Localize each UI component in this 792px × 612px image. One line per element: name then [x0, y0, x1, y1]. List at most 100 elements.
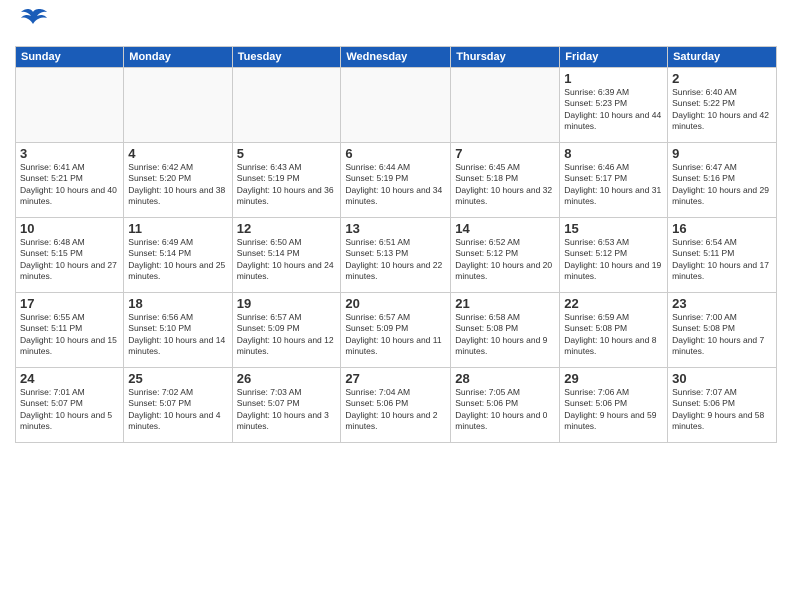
day-number: 15: [564, 221, 663, 236]
day-info: Sunrise: 6:57 AMSunset: 5:09 PMDaylight:…: [345, 312, 446, 358]
day-number: 5: [237, 146, 337, 161]
day-info: Sunrise: 6:48 AMSunset: 5:15 PMDaylight:…: [20, 237, 119, 283]
day-info: Sunrise: 7:01 AMSunset: 5:07 PMDaylight:…: [20, 387, 119, 433]
calendar-cell: 13Sunrise: 6:51 AMSunset: 5:13 PMDayligh…: [341, 218, 451, 293]
day-number: 13: [345, 221, 446, 236]
calendar-cell: 15Sunrise: 6:53 AMSunset: 5:12 PMDayligh…: [560, 218, 668, 293]
day-number: 24: [20, 371, 119, 386]
calendar-cell: 28Sunrise: 7:05 AMSunset: 5:06 PMDayligh…: [451, 368, 560, 443]
day-info: Sunrise: 6:51 AMSunset: 5:13 PMDaylight:…: [345, 237, 446, 283]
day-number: 29: [564, 371, 663, 386]
day-number: 11: [128, 221, 227, 236]
day-info: Sunrise: 6:49 AMSunset: 5:14 PMDaylight:…: [128, 237, 227, 283]
calendar-cell: [451, 68, 560, 143]
calendar-cell: 23Sunrise: 7:00 AMSunset: 5:08 PMDayligh…: [668, 293, 777, 368]
day-number: 1: [564, 71, 663, 86]
day-info: Sunrise: 7:05 AMSunset: 5:06 PMDaylight:…: [455, 387, 555, 433]
calendar-cell: 29Sunrise: 7:06 AMSunset: 5:06 PMDayligh…: [560, 368, 668, 443]
calendar-cell: 20Sunrise: 6:57 AMSunset: 5:09 PMDayligh…: [341, 293, 451, 368]
day-info: Sunrise: 6:56 AMSunset: 5:10 PMDaylight:…: [128, 312, 227, 358]
calendar-cell: [341, 68, 451, 143]
calendar-cell: 6Sunrise: 6:44 AMSunset: 5:19 PMDaylight…: [341, 143, 451, 218]
calendar-cell: 19Sunrise: 6:57 AMSunset: 5:09 PMDayligh…: [232, 293, 341, 368]
day-number: 26: [237, 371, 337, 386]
day-info: Sunrise: 6:50 AMSunset: 5:14 PMDaylight:…: [237, 237, 337, 283]
day-info: Sunrise: 6:41 AMSunset: 5:21 PMDaylight:…: [20, 162, 119, 208]
day-info: Sunrise: 6:59 AMSunset: 5:08 PMDaylight:…: [564, 312, 663, 358]
day-info: Sunrise: 7:07 AMSunset: 5:06 PMDaylight:…: [672, 387, 772, 433]
day-number: 6: [345, 146, 446, 161]
day-number: 22: [564, 296, 663, 311]
day-number: 3: [20, 146, 119, 161]
calendar-cell: 22Sunrise: 6:59 AMSunset: 5:08 PMDayligh…: [560, 293, 668, 368]
day-number: 18: [128, 296, 227, 311]
day-number: 4: [128, 146, 227, 161]
calendar-header: SundayMondayTuesdayWednesdayThursdayFrid…: [16, 47, 777, 68]
day-info: Sunrise: 6:44 AMSunset: 5:19 PMDaylight:…: [345, 162, 446, 208]
day-number: 2: [672, 71, 772, 86]
calendar-table: SundayMondayTuesdayWednesdayThursdayFrid…: [15, 46, 777, 443]
calendar-cell: 4Sunrise: 6:42 AMSunset: 5:20 PMDaylight…: [124, 143, 232, 218]
day-info: Sunrise: 6:53 AMSunset: 5:12 PMDaylight:…: [564, 237, 663, 283]
calendar-cell: 18Sunrise: 6:56 AMSunset: 5:10 PMDayligh…: [124, 293, 232, 368]
calendar-cell: 12Sunrise: 6:50 AMSunset: 5:14 PMDayligh…: [232, 218, 341, 293]
day-info: Sunrise: 6:54 AMSunset: 5:11 PMDaylight:…: [672, 237, 772, 283]
calendar-cell: 25Sunrise: 7:02 AMSunset: 5:07 PMDayligh…: [124, 368, 232, 443]
day-number: 10: [20, 221, 119, 236]
day-info: Sunrise: 6:39 AMSunset: 5:23 PMDaylight:…: [564, 87, 663, 133]
day-number: 21: [455, 296, 555, 311]
weekday-header-row: SundayMondayTuesdayWednesdayThursdayFrid…: [16, 47, 777, 68]
calendar-cell: 10Sunrise: 6:48 AMSunset: 5:15 PMDayligh…: [16, 218, 124, 293]
calendar-cell: 2Sunrise: 6:40 AMSunset: 5:22 PMDaylight…: [668, 68, 777, 143]
day-number: 16: [672, 221, 772, 236]
day-info: Sunrise: 6:40 AMSunset: 5:22 PMDaylight:…: [672, 87, 772, 133]
weekday-header-friday: Friday: [560, 47, 668, 68]
calendar-cell: 9Sunrise: 6:47 AMSunset: 5:16 PMDaylight…: [668, 143, 777, 218]
calendar-cell: 16Sunrise: 6:54 AMSunset: 5:11 PMDayligh…: [668, 218, 777, 293]
calendar-cell: 5Sunrise: 6:43 AMSunset: 5:19 PMDaylight…: [232, 143, 341, 218]
day-info: Sunrise: 7:06 AMSunset: 5:06 PMDaylight:…: [564, 387, 663, 433]
day-number: 23: [672, 296, 772, 311]
day-number: 17: [20, 296, 119, 311]
day-info: Sunrise: 7:02 AMSunset: 5:07 PMDaylight:…: [128, 387, 227, 433]
week-row-4: 17Sunrise: 6:55 AMSunset: 5:11 PMDayligh…: [16, 293, 777, 368]
week-row-3: 10Sunrise: 6:48 AMSunset: 5:15 PMDayligh…: [16, 218, 777, 293]
weekday-header-sunday: Sunday: [16, 47, 124, 68]
calendar-cell: 26Sunrise: 7:03 AMSunset: 5:07 PMDayligh…: [232, 368, 341, 443]
day-info: Sunrise: 6:46 AMSunset: 5:17 PMDaylight:…: [564, 162, 663, 208]
day-number: 7: [455, 146, 555, 161]
calendar-cell: [124, 68, 232, 143]
day-number: 8: [564, 146, 663, 161]
calendar-body: 1Sunrise: 6:39 AMSunset: 5:23 PMDaylight…: [16, 68, 777, 443]
day-number: 27: [345, 371, 446, 386]
calendar-cell: 3Sunrise: 6:41 AMSunset: 5:21 PMDaylight…: [16, 143, 124, 218]
weekday-header-thursday: Thursday: [451, 47, 560, 68]
calendar-cell: 8Sunrise: 6:46 AMSunset: 5:17 PMDaylight…: [560, 143, 668, 218]
calendar-cell: 14Sunrise: 6:52 AMSunset: 5:12 PMDayligh…: [451, 218, 560, 293]
header: [15, 10, 777, 38]
day-info: Sunrise: 7:00 AMSunset: 5:08 PMDaylight:…: [672, 312, 772, 358]
day-number: 9: [672, 146, 772, 161]
day-info: Sunrise: 7:03 AMSunset: 5:07 PMDaylight:…: [237, 387, 337, 433]
weekday-header-tuesday: Tuesday: [232, 47, 341, 68]
day-number: 12: [237, 221, 337, 236]
weekday-header-saturday: Saturday: [668, 47, 777, 68]
day-info: Sunrise: 6:57 AMSunset: 5:09 PMDaylight:…: [237, 312, 337, 358]
day-info: Sunrise: 6:45 AMSunset: 5:18 PMDaylight:…: [455, 162, 555, 208]
calendar-cell: [16, 68, 124, 143]
week-row-5: 24Sunrise: 7:01 AMSunset: 5:07 PMDayligh…: [16, 368, 777, 443]
calendar-cell: 27Sunrise: 7:04 AMSunset: 5:06 PMDayligh…: [341, 368, 451, 443]
logo-bird-icon: [17, 6, 49, 38]
day-info: Sunrise: 6:42 AMSunset: 5:20 PMDaylight:…: [128, 162, 227, 208]
calendar-cell: 1Sunrise: 6:39 AMSunset: 5:23 PMDaylight…: [560, 68, 668, 143]
day-number: 19: [237, 296, 337, 311]
day-number: 28: [455, 371, 555, 386]
day-number: 14: [455, 221, 555, 236]
day-info: Sunrise: 6:52 AMSunset: 5:12 PMDaylight:…: [455, 237, 555, 283]
calendar-cell: 7Sunrise: 6:45 AMSunset: 5:18 PMDaylight…: [451, 143, 560, 218]
calendar-cell: 21Sunrise: 6:58 AMSunset: 5:08 PMDayligh…: [451, 293, 560, 368]
day-number: 25: [128, 371, 227, 386]
week-row-1: 1Sunrise: 6:39 AMSunset: 5:23 PMDaylight…: [16, 68, 777, 143]
day-info: Sunrise: 7:04 AMSunset: 5:06 PMDaylight:…: [345, 387, 446, 433]
week-row-2: 3Sunrise: 6:41 AMSunset: 5:21 PMDaylight…: [16, 143, 777, 218]
